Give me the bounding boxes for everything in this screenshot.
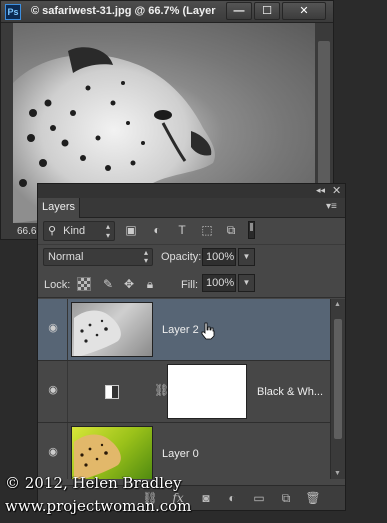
toggle-knob xyxy=(250,223,253,231)
layer-row-layer-0[interactable]: ◉ Layer 0 xyxy=(38,423,330,479)
scrollbar-thumb[interactable] xyxy=(334,319,342,439)
maximize-button[interactable]: ☐ xyxy=(254,2,280,20)
new-layer-icon[interactable]: ⧉ xyxy=(278,491,294,507)
chevron-updown-icon: ▴ ▾ xyxy=(105,222,110,240)
minimize-button[interactable]: — xyxy=(226,2,252,20)
visibility-toggle[interactable]: ◉ xyxy=(38,423,68,479)
blend-mode-select[interactable]: Normal ▴ ▾ xyxy=(43,248,153,266)
zoom-level-field[interactable]: 66.6 xyxy=(17,226,36,237)
filter-smart-object-icon[interactable]: ⧉ xyxy=(223,223,239,239)
collapse-panel-icon[interactable]: ◂◂ xyxy=(316,185,325,196)
cheetah-thumb-color xyxy=(74,434,121,479)
chevron-updown-icon: ▴ ▾ xyxy=(143,248,148,265)
layers-panel: ◂◂ ✕ Layers ▾≡ ⚲ Kind ▴ ▾ ▣ ◐ T ⬚ ⧉ Norma… xyxy=(37,183,346,511)
visibility-toggle[interactable]: ◉ xyxy=(38,299,68,360)
copyright-watermark: © 2012, Helen Bradley xyxy=(5,474,182,492)
panel-menu-icon[interactable]: ▾≡ xyxy=(326,201,337,212)
photoshop-logo-icon: Ps xyxy=(5,4,21,20)
new-group-icon[interactable]: ▭ xyxy=(251,491,267,507)
fill-dropdown-button[interactable]: ▼ xyxy=(238,274,255,292)
opacity-input[interactable]: 100% xyxy=(202,248,236,266)
filter-row: ⚲ Kind ▴ ▾ ▣ ◐ T ⬚ ⧉ xyxy=(38,219,345,245)
fill-input[interactable]: 100% xyxy=(202,274,236,292)
lock-label: Lock: xyxy=(44,279,71,291)
scroll-down-icon[interactable]: ▼ xyxy=(334,470,341,477)
layer-mask-thumbnail[interactable] xyxy=(167,364,247,419)
layer-name[interactable]: Layer 0 xyxy=(162,448,199,460)
blend-mode-value: Normal xyxy=(48,251,84,263)
opacity-dropdown-button[interactable]: ▼ xyxy=(238,248,255,266)
visibility-toggle[interactable]: ◉ xyxy=(38,361,68,422)
lock-all-icon[interactable]: 🔒︎ xyxy=(143,277,157,291)
cheetah-thumb-gray xyxy=(74,310,121,356)
tab-layers[interactable]: Layers xyxy=(38,198,80,218)
lock-row: Lock: ✎ ✥ 🔒︎ Fill: 100% ▼ xyxy=(38,272,345,298)
layer-name[interactable]: Layer 2 xyxy=(162,324,199,336)
filter-adjustment-icon[interactable]: ◐ xyxy=(149,223,165,239)
filter-shape-icon[interactable]: ⬚ xyxy=(199,223,215,239)
filter-kind-select[interactable]: ⚲ Kind ▴ ▾ xyxy=(43,221,115,241)
website-watermark: www.projectwoman.com xyxy=(5,497,192,515)
lock-transparency-icon[interactable] xyxy=(77,277,91,291)
eye-icon[interactable]: ◉ xyxy=(46,447,60,458)
layer-row-black-and-white[interactable]: ◉ ⛓︎ Black & Wh... xyxy=(38,361,330,423)
layer-list: ◉ Layer 2 ◉ ⛓︎ Black & Wh... ◉ Layer 0 xyxy=(38,299,330,479)
layer-thumbnail[interactable] xyxy=(71,302,153,357)
layer-name[interactable]: Black & Wh... xyxy=(257,386,323,398)
layer-thumbnail[interactable] xyxy=(71,426,153,479)
opacity-label: Opacity: xyxy=(161,251,202,263)
filter-toggle-switch[interactable] xyxy=(248,221,255,239)
kind-label: Kind xyxy=(63,225,86,237)
eye-icon[interactable]: ◉ xyxy=(46,385,60,396)
filter-pixel-icon[interactable]: ▣ xyxy=(123,223,139,239)
scrollbar-thumb[interactable] xyxy=(318,41,330,201)
document-title: © safariwest-31.jpg @ 66.7% (Layer xyxy=(31,5,216,17)
search-icon: ⚲ xyxy=(48,225,57,237)
lock-position-icon[interactable]: ✥ xyxy=(122,277,136,291)
lock-pixels-icon[interactable]: ✎ xyxy=(101,277,115,291)
add-mask-icon[interactable]: ◙ xyxy=(198,491,214,507)
fill-label: Fill: xyxy=(181,279,199,291)
delete-icon[interactable]: 🗑︎ xyxy=(305,491,321,507)
panel-tabbar: Layers ▾≡ xyxy=(38,198,345,218)
hand-cursor-icon xyxy=(201,322,215,340)
layer-list-scrollbar[interactable]: ▲ ▼ xyxy=(330,299,345,479)
scroll-up-icon[interactable]: ▲ xyxy=(334,301,341,308)
layer-row-layer-2[interactable]: ◉ Layer 2 xyxy=(38,299,330,361)
blend-row: Normal ▴ ▾ Opacity: 100% ▼ xyxy=(38,246,345,270)
adjustment-layer-icon[interactable] xyxy=(105,385,119,399)
document-titlebar[interactable]: Ps © safariwest-31.jpg @ 66.7% (Layer — … xyxy=(1,1,333,23)
adjustment-layer-icon[interactable]: ◐ xyxy=(224,491,240,507)
filter-type-icon[interactable]: T xyxy=(174,223,190,239)
eye-icon[interactable]: ◉ xyxy=(46,323,60,334)
close-button[interactable]: ✕ xyxy=(282,2,326,20)
panel-topbar[interactable]: ◂◂ ✕ xyxy=(38,184,345,198)
close-icon[interactable]: ✕ xyxy=(332,184,341,197)
